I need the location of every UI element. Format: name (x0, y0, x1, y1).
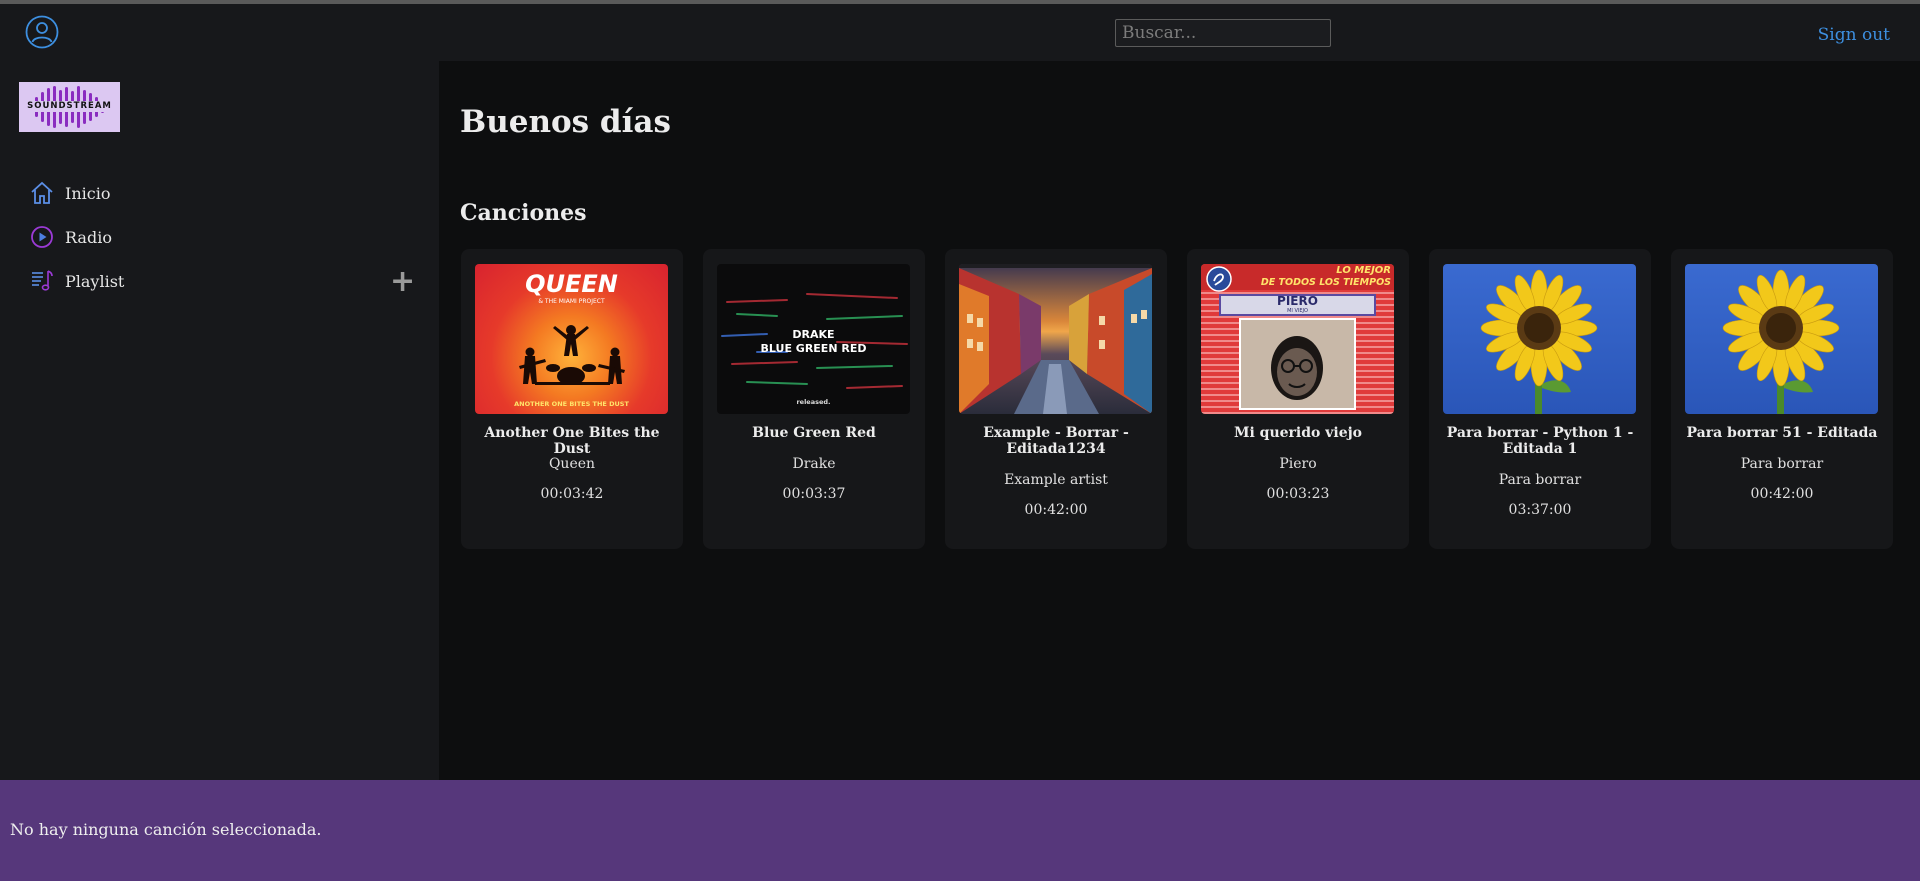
song-duration: 00:42:00 (1750, 486, 1814, 502)
song-card[interactable]: Para borrar 51 - Editada Para borrar 00:… (1671, 249, 1893, 549)
sidebar-item-radio[interactable]: Radio (29, 222, 112, 252)
sidebar-item-playlist[interactable]: Playlist (29, 266, 124, 296)
cover-artist: PIERO (1277, 294, 1318, 308)
player-bar: No hay ninguna canción seleccionada. (0, 780, 1920, 881)
song-duration: 00:42:00 (1024, 502, 1088, 518)
song-duration: 00:03:23 (1266, 486, 1330, 502)
canal-city-image (959, 264, 1152, 414)
cover-footer: ANOTHER ONE BITES THE DUST (514, 400, 629, 408)
album-cover: LO MEJOR DE TODOS LOS TIEMPOS PIERO MI V… (1201, 264, 1394, 414)
sidebar-item-label: Playlist (65, 271, 125, 291)
song-title: Para borrar 51 - Editada (1686, 425, 1878, 441)
sign-out-link[interactable]: Sign out (1818, 25, 1890, 45)
song-artist: Drake (792, 456, 836, 472)
song-artist: Para borrar (1740, 456, 1824, 472)
cover-title: BLUE GREEN RED (760, 342, 867, 355)
home-icon (31, 181, 53, 204)
play-circle-icon (31, 226, 53, 248)
record-label-icon (1206, 266, 1232, 292)
sunflower-image (1722, 269, 1840, 414)
song-title: Another One Bites the Dust (484, 425, 660, 457)
song-duration: 00:03:37 (782, 486, 846, 502)
sidebar-item-label: Inicio (65, 183, 111, 203)
sunflower-image (1480, 269, 1598, 414)
plus-icon: + (390, 264, 416, 299)
sidebar-item-inicio[interactable]: Inicio (29, 178, 110, 208)
cover-label: released. (796, 398, 831, 406)
sidebar-item-label: Radio (65, 227, 112, 247)
cover-subtitle: DE TODOS LOS TIEMPOS (1260, 277, 1391, 288)
song-artist: Queen (548, 456, 596, 472)
cover-album: MI VIEJO (1287, 308, 1308, 314)
add-playlist-button[interactable]: + (390, 267, 415, 297)
user-icon (25, 15, 59, 49)
playlist-icon (32, 270, 53, 291)
section-title-songs: Canciones (460, 200, 587, 226)
cover-title: LO MEJOR (1336, 265, 1391, 276)
song-title: Example - Borrar - Editada1234 (983, 425, 1129, 457)
album-cover: QUEEN & THE MIAMI PROJECT ANOTHER ONE BI… (475, 264, 668, 414)
cover-artist: DRAKE (792, 328, 835, 341)
song-card[interactable]: Example - Borrar - Editada1234 Example a… (945, 249, 1167, 549)
player-status-text: No hay ninguna canción seleccionada. (10, 820, 322, 839)
song-title: Mi querido viejo (1233, 425, 1363, 441)
user-profile-button[interactable] (25, 15, 59, 49)
main-content: Buenos días Canciones QUEEN & THE MIAMI … (439, 61, 1920, 780)
song-duration: 00:03:42 (540, 486, 604, 502)
album-cover (1443, 264, 1636, 414)
song-artist: Para borrar (1498, 472, 1582, 488)
song-duration: 03:37:00 (1508, 502, 1572, 518)
search-input[interactable] (1115, 19, 1331, 47)
album-cover: DRAKE BLUE GREEN RED released. (717, 264, 910, 414)
logo-wordmark: SOUNDSTREAM (27, 101, 112, 111)
album-cover (959, 264, 1152, 414)
song-title: Para borrar - Python 1 - Editada 1 (1446, 425, 1634, 457)
sidebar: SOUNDSTREAM Inicio Radio Playlist + (0, 61, 439, 780)
song-artist: Example artist (1004, 472, 1108, 488)
cover-title: QUEEN (525, 270, 618, 298)
song-card[interactable]: LO MEJOR DE TODOS LOS TIEMPOS PIERO MI V… (1187, 249, 1409, 549)
song-title: Blue Green Red (752, 425, 876, 441)
song-artist: Piero (1279, 456, 1317, 472)
song-card[interactable]: QUEEN & THE MIAMI PROJECT ANOTHER ONE BI… (461, 249, 683, 549)
cover-subtitle: & THE MIAMI PROJECT (538, 298, 605, 305)
cover-photo (1239, 318, 1356, 410)
song-card[interactable]: DRAKE BLUE GREEN RED released. Blue Gree… (703, 249, 925, 549)
song-card[interactable]: Para borrar - Python 1 - Editada 1 Para … (1429, 249, 1651, 549)
soundstream-logo[interactable]: SOUNDSTREAM (19, 82, 120, 132)
top-header: Sign out (0, 4, 1920, 61)
page-title: Buenos días (460, 104, 671, 140)
album-cover (1685, 264, 1878, 414)
portrait-image (1271, 336, 1323, 400)
